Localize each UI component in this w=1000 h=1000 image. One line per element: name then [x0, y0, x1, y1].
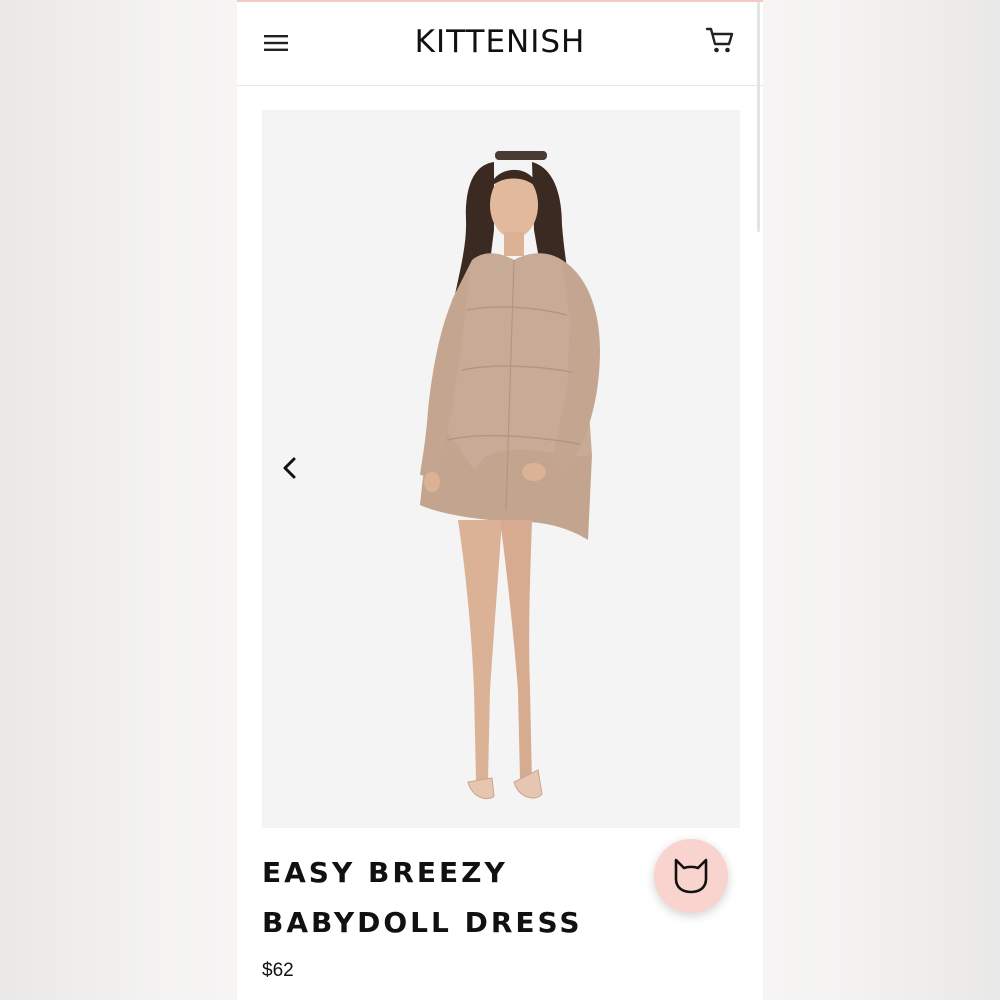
backdrop-right	[763, 0, 1000, 1000]
scrollbar[interactable]	[757, 2, 760, 232]
menu-button[interactable]	[257, 26, 295, 60]
product-title-line-2: BABYDOLL DRESS	[262, 906, 583, 939]
brand-logo[interactable]: KITTENISH	[350, 22, 650, 62]
backdrop-left	[0, 0, 237, 1000]
gallery-prev-button[interactable]	[272, 450, 308, 486]
chevron-right-icon	[732, 450, 740, 486]
shopping-cart-icon	[705, 27, 734, 53]
cart-button[interactable]	[705, 26, 743, 62]
cat-face-icon	[674, 858, 708, 894]
product-title-line-1: EASY BREEZY	[262, 856, 508, 889]
chat-button[interactable]	[654, 839, 728, 913]
product-photo	[262, 110, 740, 828]
site-header: KITTENISH	[237, 2, 763, 86]
hamburger-menu-icon	[264, 35, 288, 51]
product-image-gallery[interactable]	[262, 110, 740, 828]
product-title: EASY BREEZY BABYDOLL DRESS	[262, 848, 642, 948]
mobile-page: KITTENISH EASY BREEZY BABYDOLL DRESS $62	[237, 0, 763, 1000]
product-price: $62	[262, 960, 294, 981]
chevron-left-icon	[283, 457, 296, 479]
gallery-next-button[interactable]	[732, 450, 740, 486]
